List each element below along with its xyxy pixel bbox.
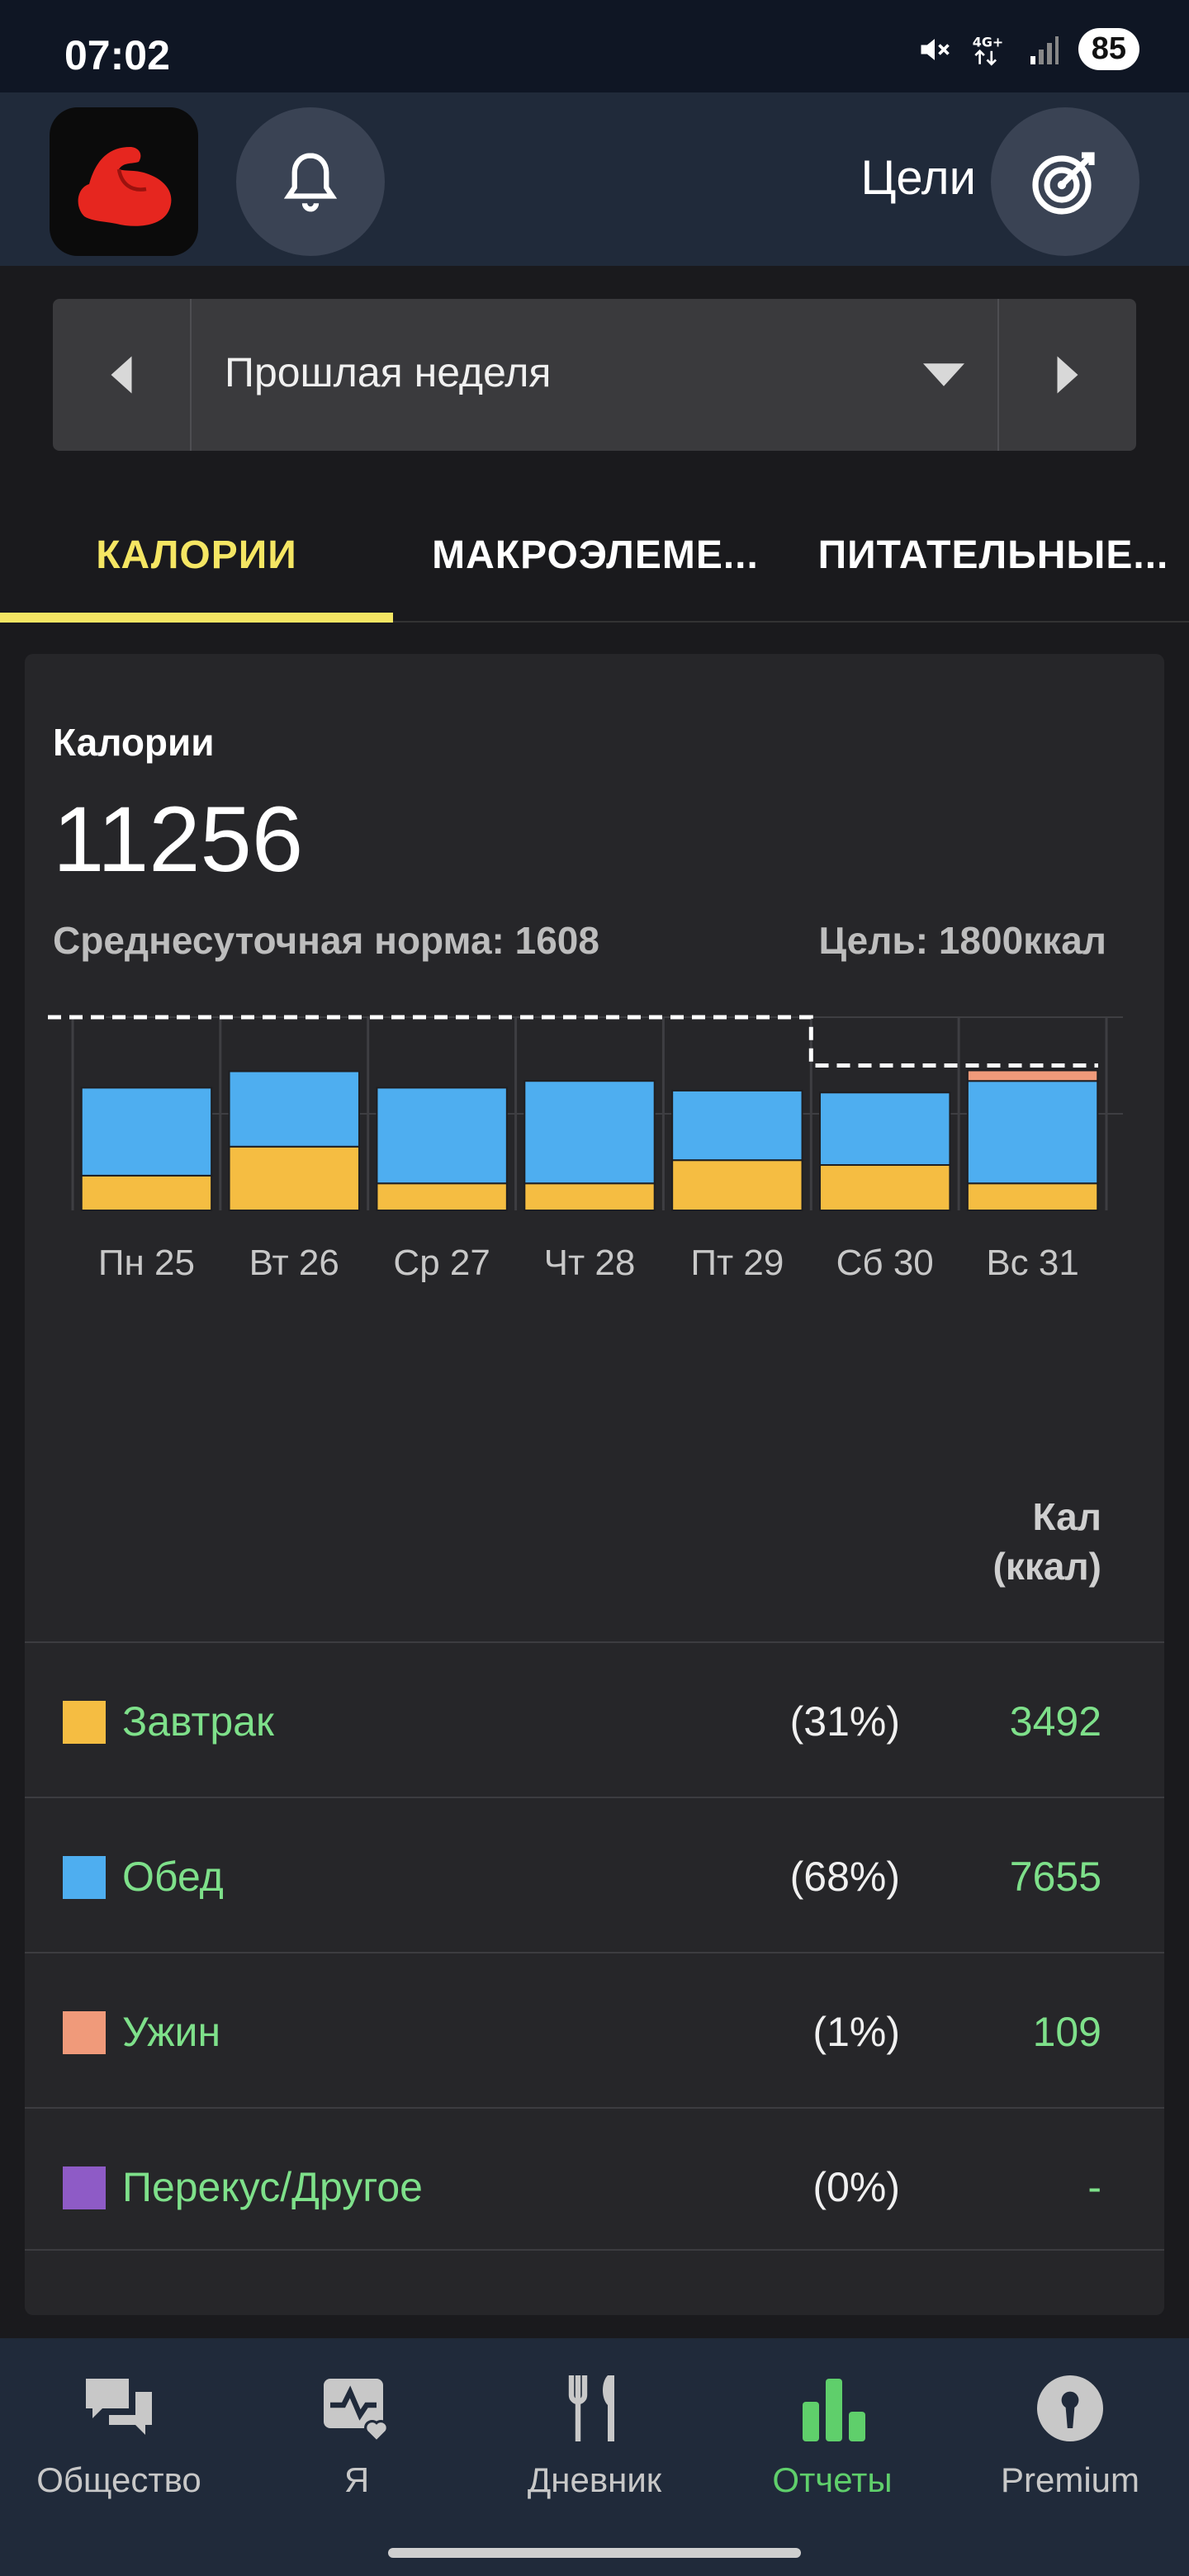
nav-label: Отчеты (772, 2460, 893, 2499)
x-tick-label: Сб 30 (836, 1243, 934, 1283)
daily-average: Среднесуточная норма: 1608 (53, 919, 599, 962)
dinner-swatch (63, 2011, 106, 2054)
bar-segment-Обед (376, 1087, 508, 1185)
nav-reports[interactable]: Отчеты (713, 2371, 951, 2500)
bar-segment-Завтрак (523, 1182, 656, 1212)
meal-value: 109 (1032, 2009, 1101, 2055)
bar-segment-Обед (966, 1080, 1099, 1185)
total-calories: 11256 (53, 788, 304, 891)
bar-segment-Обед (523, 1080, 656, 1185)
nav-label: Дневник (527, 2460, 662, 2499)
meal-value: 7655 (1009, 1854, 1101, 1900)
diary-icon (568, 2375, 614, 2441)
bar-segment-Обед (671, 1089, 803, 1162)
lunch-swatch (63, 1856, 106, 1899)
status-icons: 4G+ 85 (917, 28, 1139, 70)
premium-icon (1037, 2375, 1103, 2441)
meal-row-dinner[interactable]: Ужин (1%) 109 (25, 1952, 1164, 2107)
x-tick-label: Вт 26 (249, 1243, 339, 1283)
goals-button[interactable] (991, 107, 1139, 256)
period-dropdown[interactable] (923, 363, 964, 391)
meal-row-snack[interactable]: Перекус/Другое (0%) - (25, 2107, 1164, 2262)
report-tabs: КАЛОРИИ МАКРОЭЛЕМЕ... ПИТАТЕЛЬНЫЕ... (0, 487, 1189, 623)
meal-name: Обед (122, 1854, 224, 1900)
goals-label[interactable]: Цели (861, 150, 976, 206)
status-time: 07:02 (64, 32, 170, 78)
tab-nutrients[interactable]: ПИТАТЕЛЬНЫЕ... (798, 487, 1189, 623)
card-title: Калории (53, 721, 215, 764)
home-indicator (388, 2548, 801, 2558)
target-icon (1032, 152, 1095, 215)
nav-label: Общество (36, 2460, 201, 2499)
meal-percent: (31%) (789, 1698, 900, 1745)
calories-chart: Пн 25 Вт 26 Ср 27 Чт 28 Пт 29 Сб 30 Вс 31 (48, 1015, 1123, 1283)
period-label[interactable]: Прошлая неделя (225, 348, 552, 396)
muscle-arm-icon (78, 147, 172, 226)
tab-calories[interactable]: КАЛОРИИ (0, 487, 393, 623)
nav-diary[interactable]: Дневник (476, 2371, 713, 2500)
network-4g-icon: 4G+ (972, 34, 1003, 66)
next-period-button[interactable] (997, 299, 1136, 451)
meal-row-lunch[interactable]: Обед (68%) 7655 (25, 1797, 1164, 1952)
meal-value: 3492 (1009, 1698, 1101, 1745)
calories-card: Калории 11256 Среднесуточная норма: 1608… (25, 654, 1164, 2315)
bar-segment-Ужин (966, 1069, 1099, 1082)
calorie-goal: Цель: 1800ккал (818, 919, 1106, 962)
column-header-unit: (ккал) (992, 1545, 1102, 1588)
snack-swatch (63, 2166, 106, 2209)
meal-percent: (68%) (789, 1854, 900, 1900)
nav-premium[interactable]: Premium (951, 2371, 1189, 2500)
meal-name: Ужин (122, 2009, 221, 2055)
meal-percent: (0%) (812, 2164, 900, 2210)
bell-icon (283, 153, 338, 212)
status-bar: 07:02 4G+ 85 (0, 0, 1189, 92)
meal-name: Перекус/Другое (122, 2164, 423, 2210)
chevron-right-icon (1057, 356, 1078, 394)
x-tick-label: Чт 28 (544, 1243, 636, 1283)
bar-segment-Обед (228, 1070, 360, 1148)
bar-segment-Завтрак (80, 1174, 213, 1212)
x-tick-label: Пт 29 (690, 1243, 784, 1283)
svg-text:4G+: 4G+ (972, 34, 1002, 50)
nav-me[interactable]: Я (238, 2371, 476, 2500)
goal-line (48, 1015, 1098, 1068)
bottom-navigation: Общество Я Дневник Отчеты Premium (0, 2338, 1189, 2576)
community-icon (86, 2379, 152, 2435)
meal-value: - (1087, 2164, 1101, 2210)
period-selector: Прошлая неделя (53, 299, 1136, 451)
chevron-left-icon (111, 356, 132, 394)
previous-period-button[interactable] (53, 299, 192, 451)
x-tick-label: Пн 25 (98, 1243, 195, 1283)
bar-segment-Завтрак (228, 1145, 360, 1211)
nav-community[interactable]: Общество (0, 2371, 238, 2500)
x-tick-label: Ср 27 (393, 1243, 490, 1283)
signal-icon (1030, 36, 1059, 64)
dropdown-arrow-icon (923, 363, 964, 386)
app-header: Цели (0, 92, 1189, 266)
nav-label: Premium (1000, 2460, 1140, 2499)
app-logo[interactable] (50, 107, 198, 256)
me-icon (324, 2379, 389, 2444)
bar-segment-Обед (80, 1087, 213, 1177)
x-tick-label: Вс 31 (986, 1243, 1079, 1283)
meal-name: Завтрак (122, 1698, 274, 1745)
meal-row-breakfast[interactable]: Завтрак (31%) 3492 (25, 1641, 1164, 1797)
battery-badge: 85 (1078, 28, 1139, 70)
notifications-button[interactable] (236, 107, 385, 256)
active-tab-indicator (0, 613, 393, 623)
reports-icon (803, 2379, 865, 2441)
bar-segment-Завтрак (966, 1182, 1099, 1212)
breakfast-swatch (63, 1701, 106, 1744)
divider (25, 2249, 1164, 2251)
column-header-cal: Кал (1032, 1495, 1101, 1538)
mute-icon (921, 38, 950, 60)
bar-segment-Обед (819, 1091, 951, 1167)
bar-segment-Завтрак (376, 1182, 508, 1212)
meal-percent: (1%) (812, 2009, 900, 2055)
bar-segment-Завтрак (671, 1159, 803, 1212)
tab-macronutrients[interactable]: МАКРОЭЛЕМЕ... (393, 487, 798, 623)
bar-segment-Завтрак (819, 1164, 951, 1211)
nav-label: Я (343, 2460, 370, 2499)
